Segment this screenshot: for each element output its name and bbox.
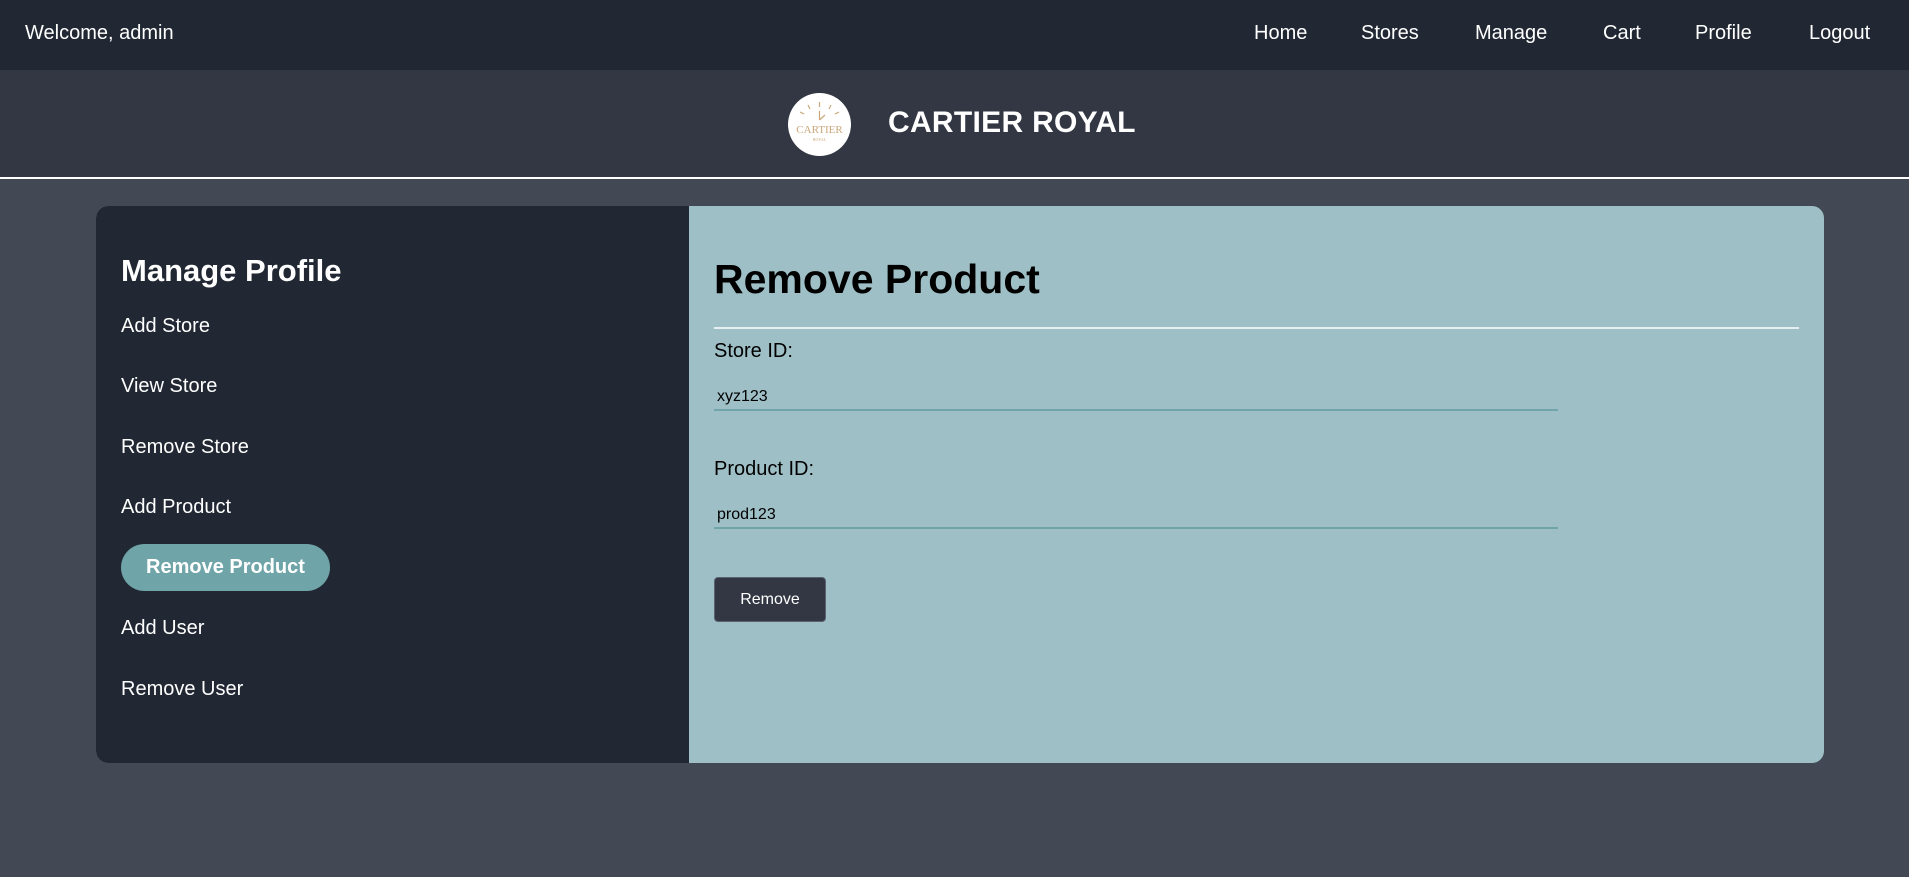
nav-stores-link[interactable]: Stores — [1361, 22, 1419, 45]
brand-title: CARTIER ROYAL — [888, 106, 1136, 139]
main-panel: Remove Product Store ID: Product ID: Rem… — [689, 206, 1824, 763]
brand-bar: CARTIER ROYAL CARTIER ROYAL — [0, 70, 1909, 179]
sidebar-title: Manage Profile — [121, 253, 342, 288]
welcome-text: Welcome, admin — [25, 22, 174, 44]
sidebar-item-remove-user[interactable]: Remove User — [121, 678, 243, 701]
store-id-label: Store ID: — [714, 340, 793, 362]
sidebar-item-add-store[interactable]: Add Store — [121, 315, 210, 338]
sidebar: Manage Profile Add Store View Store Remo… — [96, 206, 689, 763]
top-navbar: Welcome, admin Home Stores Manage Cart P… — [0, 0, 1909, 70]
sidebar-item-remove-product[interactable]: Remove Product — [121, 544, 330, 591]
store-id-input[interactable] — [714, 385, 1558, 411]
sidebar-item-add-user[interactable]: Add User — [121, 617, 204, 640]
sidebar-item-remove-store[interactable]: Remove Store — [121, 436, 249, 459]
page-title: Remove Product — [714, 256, 1040, 302]
nav-logout-link[interactable]: Logout — [1809, 22, 1870, 45]
clock-logo-icon: CARTIER ROYAL — [796, 102, 843, 142]
brand-logo: CARTIER ROYAL — [788, 93, 851, 156]
product-id-input[interactable] — [714, 503, 1558, 529]
title-divider — [714, 327, 1799, 329]
nav-profile-link[interactable]: Profile — [1695, 22, 1752, 45]
nav-home-link[interactable]: Home — [1254, 22, 1307, 45]
manage-card: Manage Profile Add Store View Store Remo… — [96, 206, 1824, 763]
product-id-label: Product ID: — [714, 458, 815, 480]
logo-text: CARTIER — [796, 124, 843, 136]
sidebar-item-view-store[interactable]: View Store — [121, 375, 217, 398]
sidebar-item-add-product[interactable]: Add Product — [121, 496, 231, 519]
nav-manage-link[interactable]: Manage — [1475, 22, 1547, 45]
remove-button[interactable]: Remove — [714, 577, 826, 622]
nav-cart-link[interactable]: Cart — [1603, 22, 1641, 45]
logo-subtext: ROYAL — [813, 137, 827, 142]
